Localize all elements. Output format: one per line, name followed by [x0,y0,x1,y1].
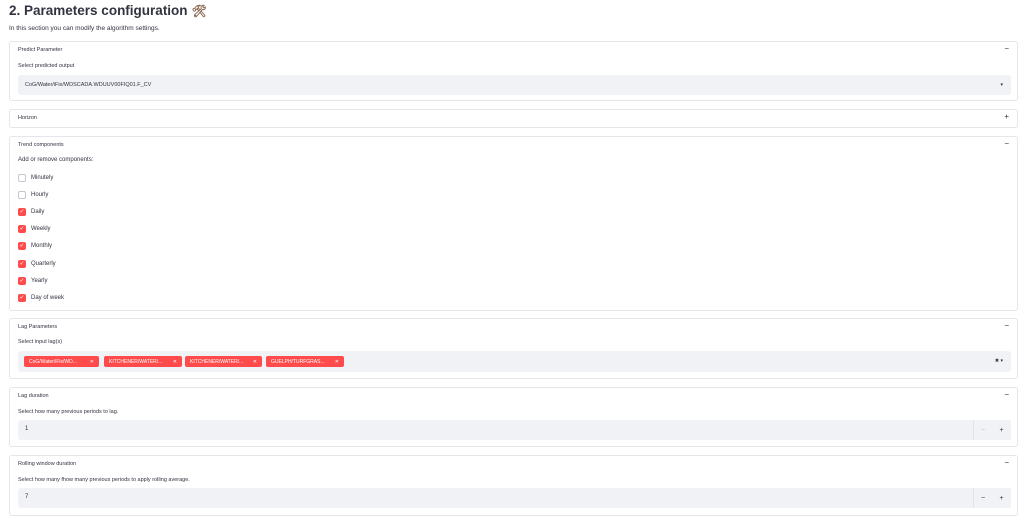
clear-all-icon[interactable]: ✖ [995,358,999,364]
number-value[interactable]: 7 [25,494,28,500]
page-title-text: 2. Parameters configuration [9,3,188,18]
checkbox-icon[interactable] [18,191,26,199]
checkmark-icon[interactable]: ✓ [18,208,26,216]
number-input-label: Select how many previous periods to lag. [18,409,119,415]
collapse-icon[interactable]: − [1004,45,1009,53]
expand-icon[interactable]: + [1004,113,1009,121]
checkmark-icon[interactable]: ✓ [18,225,26,233]
checkmark-icon[interactable]: ✓ [18,294,26,302]
checkbox-monthly[interactable]: ✓ Monthly [18,242,52,250]
checkbox-yearly[interactable]: ✓ Yearly [18,277,47,285]
select-label: Select predicted output [18,63,75,69]
expander-title[interactable]: Horizon [18,115,37,121]
expander-lag-parameters: Lag Parameters − Select input lag(s) CoG… [9,318,1018,379]
number-value[interactable]: 1 [25,426,28,432]
tools-icon: 🛠 [191,3,207,18]
checkbox-label: Day of week [31,295,65,301]
checkbox-label: Weekly [31,226,51,232]
tag-lag-2[interactable]: KITCHENER/WATER/... ✕ [104,356,182,367]
checkbox-weekly[interactable]: ✓ Weekly [18,225,51,233]
expander-horizon[interactable]: Horizon + [9,109,1018,128]
page-subtitle: In this section you can modify the algor… [9,25,160,32]
multiselect-label: Select input lag(s) [18,339,63,345]
remove-tag-icon[interactable]: ✕ [253,359,257,365]
expander-title[interactable]: Lag duration [18,393,49,399]
checkbox-label: Daily [31,209,45,215]
decrement-button[interactable]: − [973,420,992,440]
checkmark-icon[interactable]: ✓ [18,260,26,268]
expander-trend-components: Trend components − Add or remove compone… [9,136,1018,311]
collapse-icon[interactable]: − [1004,391,1009,399]
expander-title[interactable]: Predict Parameter [18,47,62,53]
expander-predict-parameter: Predict Parameter − Select predicted out… [9,41,1018,101]
checkbox-label: Yearly [31,278,48,284]
predicted-output-select[interactable]: CoG/Water/iFix/WDSCADA.WDUUV00FIQ01.F_CV… [18,75,1011,95]
increment-button[interactable]: + [992,420,1011,440]
page-title: 2. Parameters configuration 🛠 [9,3,207,18]
checkbox-label: Minutely [31,175,54,181]
tag-label: CoG/Water/iFix/WD... [29,358,77,365]
checkbox-icon[interactable] [18,174,26,182]
lag-duration-input[interactable]: 1 − + [18,420,1011,440]
checkmark-icon[interactable]: ✓ [18,277,26,285]
collapse-icon[interactable]: − [1004,322,1009,330]
checkmark-icon[interactable]: ✓ [18,242,26,250]
chevron-down-icon[interactable]: ▾ [1000,82,1003,88]
collapse-icon[interactable]: − [1004,140,1009,148]
expander-title[interactable]: Trend components [18,142,64,148]
checkbox-day-of-week[interactable]: ✓ Day of week [18,294,64,302]
expander-title[interactable]: Lag Parameters [18,324,57,330]
checkbox-group-label: Add or remove components: [18,157,94,163]
tag-lag-1[interactable]: CoG/Water/iFix/WD... ✕ [24,356,99,367]
checkbox-label: Quarterly [31,261,56,267]
chevron-down-icon[interactable]: ▾ [1000,358,1003,364]
decrement-button[interactable]: − [973,488,992,508]
select-value: CoG/Water/iFix/WDSCADA.WDUUV00FIQ01.F_CV [25,82,152,88]
checkbox-quarterly[interactable]: ✓ Quarterly [18,260,56,268]
multiselect-controls[interactable]: ✖ ▾ [995,358,1003,364]
number-input-label: Select how many fhow many previous perio… [18,477,190,483]
checkbox-minutely[interactable]: Minutely [18,174,53,182]
tag-label: KITCHENER/WATER/... [190,358,244,365]
expander-rolling-window-duration: Rolling window duration − Select how man… [9,455,1018,516]
remove-tag-icon[interactable]: ✕ [335,359,339,365]
checkbox-label: Monthly [31,243,53,249]
checkbox-hourly[interactable]: Hourly [18,191,48,199]
tag-label: GUELPH/TURFGRAS... [271,358,325,365]
tag-lag-3[interactable]: KITCHENER/WATER/... ✕ [185,356,262,367]
tag-lag-4[interactable]: GUELPH/TURFGRAS... ✕ [266,356,344,367]
expander-lag-duration: Lag duration − Select how many previous … [9,387,1018,447]
expander-title[interactable]: Rolling window duration [18,461,76,467]
collapse-icon[interactable]: − [1004,459,1009,467]
checkbox-label: Hourly [31,192,49,198]
increment-button[interactable]: + [992,488,1011,508]
input-lags-multiselect[interactable]: CoG/Water/iFix/WD... ✕ KITCHENER/WATER/..… [18,351,1011,372]
remove-tag-icon[interactable]: ✕ [173,359,177,365]
remove-tag-icon[interactable]: ✕ [90,359,94,365]
rolling-window-input[interactable]: 7 − + [18,488,1011,508]
tag-label: KITCHENER/WATER/... [109,358,163,365]
checkbox-daily[interactable]: ✓ Daily [18,208,44,216]
